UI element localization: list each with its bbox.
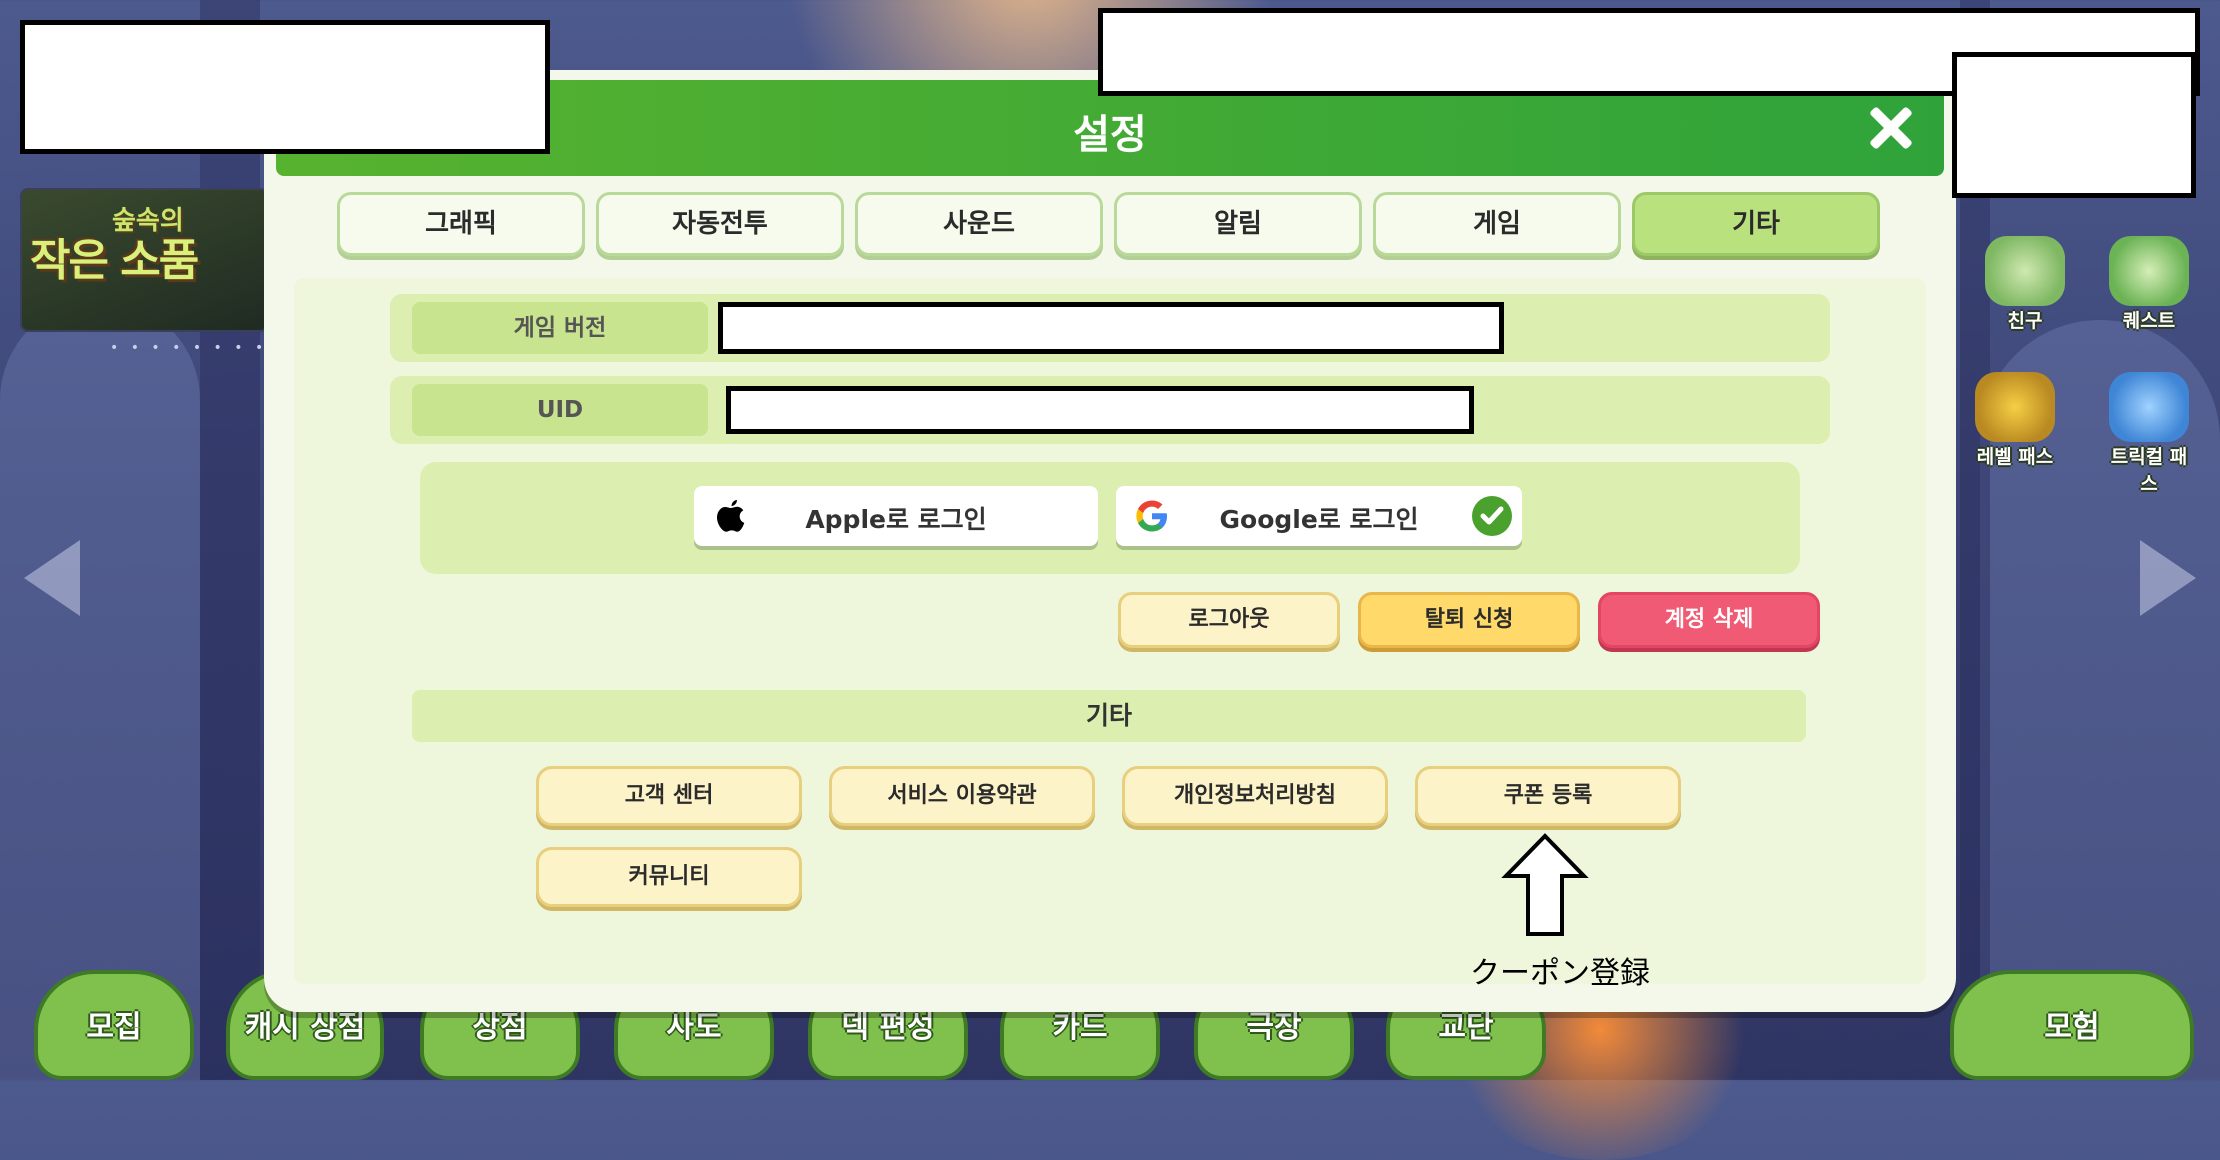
left-arrow-icon[interactable]	[24, 540, 80, 616]
event-banner[interactable]: 숲속의 작은 소품	[22, 190, 266, 330]
left-arch	[0, 300, 200, 1080]
right-arrow-icon[interactable]	[2140, 540, 2196, 616]
friends-icon	[1985, 236, 2065, 306]
redacted-uid-value	[726, 386, 1474, 434]
tab-game[interactable]: 게임	[1373, 192, 1621, 256]
tab-etc[interactable]: 기타	[1632, 192, 1880, 256]
customer-center-button[interactable]: 고객 센터	[536, 766, 802, 826]
tab-graphics[interactable]: 그래픽	[337, 192, 585, 256]
annotation-label: クーポン登録	[1470, 956, 1650, 991]
quest-button[interactable]: 퀘스트	[2104, 236, 2194, 333]
logout-button[interactable]: 로그아웃	[1118, 592, 1340, 648]
community-button[interactable]: 커뮤니티	[536, 847, 802, 907]
redacted-top-right-corner	[1952, 52, 2196, 198]
login-panel	[420, 462, 1800, 574]
trickcal-pass-button[interactable]: 트릭컬 패스	[2104, 372, 2194, 496]
delete-account-button[interactable]: 계정 삭제	[1598, 592, 1820, 648]
apple-login-button[interactable]: Apple로 로그인	[694, 486, 1098, 546]
close-icon[interactable]	[1862, 100, 1918, 156]
etc-section-title: 기타	[412, 690, 1806, 742]
check-icon	[1472, 496, 1512, 536]
left-pillar	[200, 0, 260, 1080]
google-login-label: Google로 로그인	[1219, 505, 1419, 534]
tab-notification[interactable]: 알림	[1114, 192, 1362, 256]
game-version-label: 게임 버전	[412, 302, 708, 354]
apple-login-label: Apple로 로그인	[805, 505, 987, 534]
terms-of-service-button[interactable]: 서비스 이용약관	[829, 766, 1095, 826]
level-pass-label: 레벨 패스	[1976, 446, 2054, 468]
up-arrow-icon	[1501, 833, 1589, 936]
trickcal-pass-label: 트릭컬 패스	[2110, 446, 2188, 495]
quest-label: 퀘스트	[2122, 310, 2176, 332]
quest-icon	[2109, 236, 2189, 306]
settings-tabs: 그래픽 자동전투 사운드 알림 게임 기타	[337, 192, 1881, 260]
friends-button[interactable]: 친구	[1980, 236, 2070, 333]
banner-title: 작은 소품	[30, 235, 199, 286]
withdraw-button[interactable]: 탈퇴 신청	[1358, 592, 1580, 648]
bottom-tab-adventure[interactable]: 모험	[1950, 970, 2194, 1080]
privacy-policy-button[interactable]: 개인정보처리방침	[1122, 766, 1388, 826]
sunflower-icon	[1975, 372, 2055, 442]
level-pass-button[interactable]: 레벨 패스	[1970, 372, 2060, 469]
coupon-register-button[interactable]: 쿠폰 등록	[1415, 766, 1681, 826]
uid-label: UID	[412, 384, 708, 436]
bottom-tab-recruit[interactable]: 모집	[34, 970, 194, 1080]
tab-auto-battle[interactable]: 자동전투	[596, 192, 844, 256]
ticket-icon	[2109, 372, 2189, 442]
redacted-top-left	[20, 20, 550, 154]
tab-sound[interactable]: 사운드	[855, 192, 1103, 256]
friends-label: 친구	[2007, 310, 2043, 332]
redacted-version-value	[718, 302, 1504, 354]
google-login-button[interactable]: Google로 로그인	[1116, 486, 1522, 546]
